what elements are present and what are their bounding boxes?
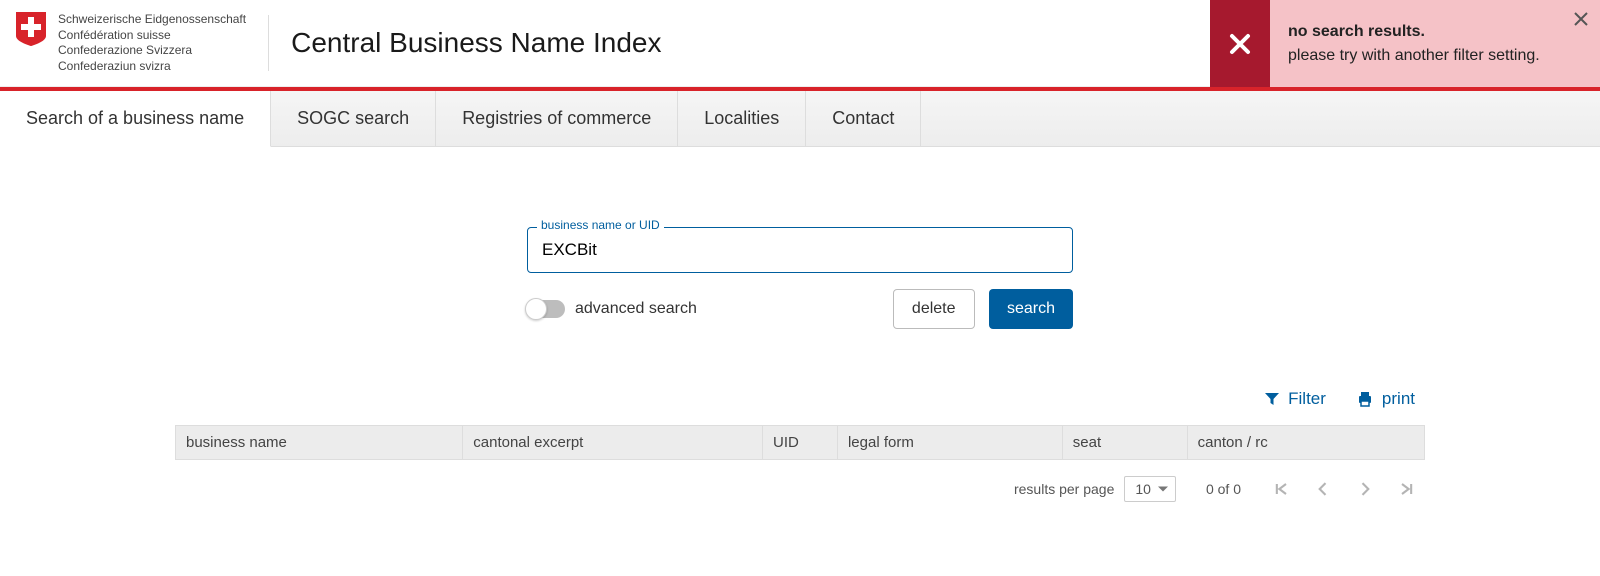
page-range: 0 of 0 — [1206, 481, 1241, 497]
filter-button[interactable]: Filter — [1264, 389, 1326, 409]
tab-localities[interactable]: Localities — [678, 91, 806, 146]
tab-label: Registries of commerce — [462, 108, 651, 129]
col-business-name[interactable]: business name — [176, 426, 463, 460]
fed-line: Confederaziun svizra — [58, 59, 246, 75]
site-title: Central Business Name Index — [291, 27, 661, 59]
tab-registries[interactable]: Registries of commerce — [436, 91, 678, 146]
close-icon — [1574, 12, 1588, 26]
print-icon — [1356, 390, 1374, 408]
tab-contact[interactable]: Contact — [806, 91, 921, 146]
switch-knob — [525, 298, 547, 320]
col-cantonal-excerpt[interactable]: cantonal excerpt — [463, 426, 763, 460]
pager-buttons — [1271, 479, 1417, 499]
swiss-logo-block: Schweizerische Eidgenossenschaft Confédé… — [16, 0, 246, 74]
filter-icon — [1264, 391, 1280, 407]
tab-sogc-search[interactable]: SOGC search — [271, 91, 436, 146]
paginator: results per page 10 0 of 0 — [175, 460, 1425, 502]
search-panel: business name or UID advanced search del… — [270, 227, 1330, 329]
toast-title: no search results. — [1288, 23, 1560, 41]
next-page-button[interactable] — [1355, 479, 1375, 499]
toast-message: please try with another filter setting. — [1288, 47, 1560, 65]
button-label: print — [1382, 389, 1415, 409]
rpp-value: 10 — [1135, 481, 1151, 497]
search-controls-row: advanced search delete search — [527, 289, 1073, 329]
site-header: Schweizerische Eidgenossenschaft Confédé… — [0, 0, 1600, 87]
tab-label: Search of a business name — [26, 108, 244, 129]
tab-label: Contact — [832, 108, 894, 129]
chevron-left-icon — [1313, 479, 1333, 499]
no-results-toast: no search results. please try with anoth… — [1210, 0, 1600, 87]
tab-search-business-name[interactable]: Search of a business name — [0, 91, 271, 147]
table-header-row: business name cantonal excerpt UID legal… — [176, 426, 1425, 460]
advanced-search-label: advanced search — [575, 300, 697, 318]
tab-label: Localities — [704, 108, 779, 129]
last-page-button[interactable] — [1397, 479, 1417, 499]
results-table: business name cantonal excerpt UID legal… — [175, 425, 1425, 460]
chevron-right-icon — [1355, 479, 1375, 499]
search-field-label: business name or UID — [537, 218, 664, 232]
toast-close-button[interactable] — [1570, 6, 1592, 35]
rpp-select[interactable]: 10 — [1124, 476, 1176, 502]
business-name-input[interactable] — [527, 227, 1073, 273]
header-divider — [268, 15, 269, 71]
x-icon — [1228, 32, 1252, 56]
results-panel: Filter print business name cantonal exce… — [175, 389, 1425, 526]
switch-track — [527, 300, 565, 318]
col-seat[interactable]: seat — [1062, 426, 1187, 460]
results-per-page: results per page 10 — [1014, 476, 1176, 502]
prev-page-button[interactable] — [1313, 479, 1333, 499]
search-field-wrap: business name or UID — [527, 227, 1073, 273]
swiss-shield-icon — [16, 12, 46, 46]
search-buttons: delete search — [893, 289, 1073, 329]
fed-line: Confédération suisse — [58, 28, 246, 44]
toast-status-icon — [1210, 0, 1270, 87]
first-page-icon — [1271, 479, 1291, 499]
first-page-button[interactable] — [1271, 479, 1291, 499]
col-uid[interactable]: UID — [763, 426, 838, 460]
col-canton-rc[interactable]: canton / rc — [1187, 426, 1424, 460]
tab-label: SOGC search — [297, 108, 409, 129]
confederation-text: Schweizerische Eidgenossenschaft Confédé… — [58, 12, 246, 74]
search-button[interactable]: search — [989, 289, 1073, 329]
delete-button[interactable]: delete — [893, 289, 975, 329]
rpp-label: results per page — [1014, 481, 1114, 497]
fed-line: Confederazione Svizzera — [58, 43, 246, 59]
toast-body: no search results. please try with anoth… — [1270, 0, 1600, 87]
last-page-icon — [1397, 479, 1417, 499]
main-tabs: Search of a business name SOGC search Re… — [0, 91, 1600, 147]
button-label: delete — [912, 300, 956, 317]
print-button[interactable]: print — [1356, 389, 1415, 409]
advanced-search-toggle[interactable]: advanced search — [527, 300, 697, 318]
fed-line: Schweizerische Eidgenossenschaft — [58, 12, 246, 28]
col-legal-form[interactable]: legal form — [837, 426, 1062, 460]
button-label: search — [1007, 300, 1055, 317]
results-toolbar: Filter print — [175, 389, 1425, 425]
button-label: Filter — [1288, 389, 1326, 409]
